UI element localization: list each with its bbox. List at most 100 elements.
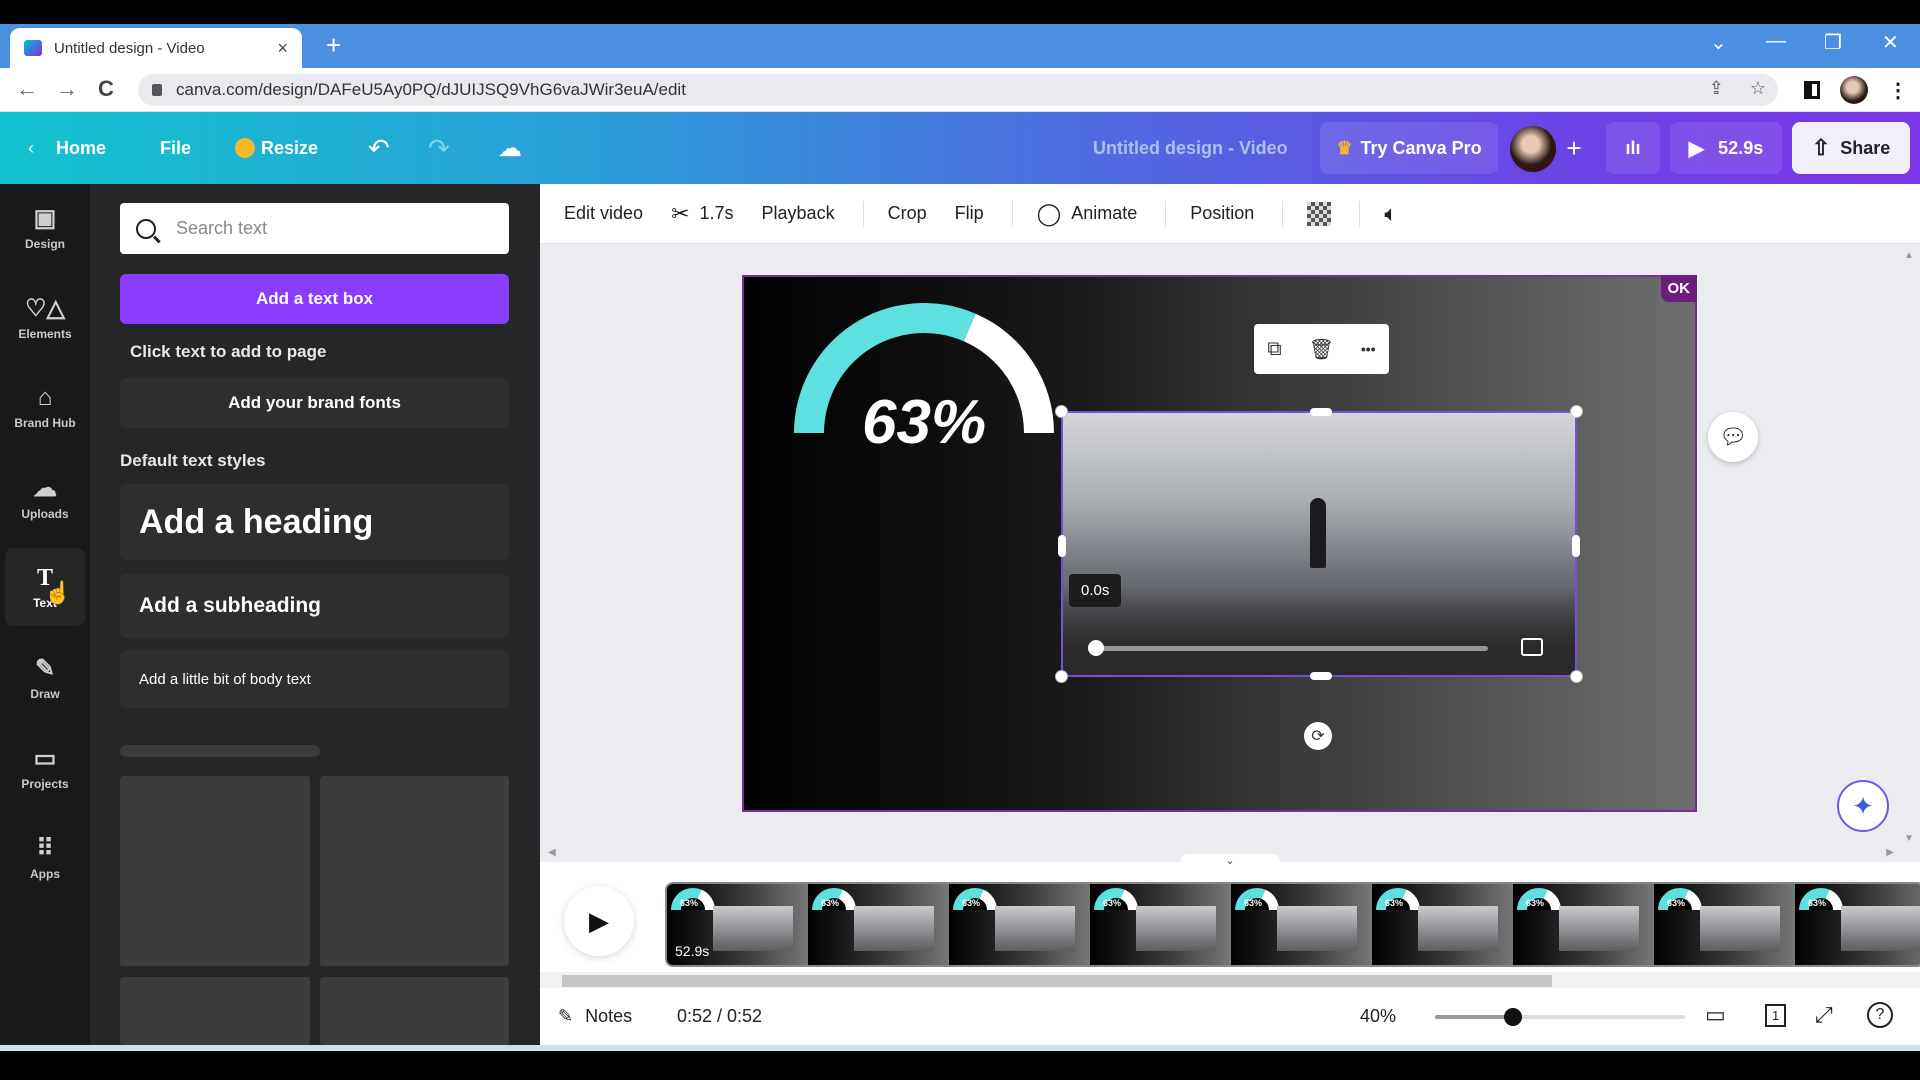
timeline-frame: 63% <box>1795 884 1920 965</box>
more-options-icon[interactable]: ••• <box>1361 341 1376 357</box>
present-button[interactable]: ▶ 52.9s <box>1670 122 1782 174</box>
notes-button[interactable]: ✎ Notes <box>558 1006 632 1027</box>
add-text-box-button[interactable]: Add a text box <box>120 274 509 324</box>
close-tab-icon[interactable]: × <box>277 38 288 59</box>
video-element[interactable]: 0.0s <box>1055 405 1583 683</box>
fullscreen-icon[interactable]: ⤢ <box>1815 1002 1833 1028</box>
undo-icon[interactable]: ↶ <box>368 112 390 184</box>
resize-handle-sw[interactable] <box>1055 670 1068 683</box>
browser-menu-icon[interactable]: ⋮ <box>1888 78 1908 103</box>
ok-badge[interactable]: OK <box>1660 275 1697 302</box>
play-duration: 52.9s <box>1718 137 1764 158</box>
frame-gauge-label: 63% <box>1526 898 1545 908</box>
add-brand-fonts-button[interactable]: Add your brand fonts <box>120 378 509 428</box>
restore-button[interactable]: ❐ <box>1824 30 1842 55</box>
vertical-scrollbar[interactable]: ▲ ▼ <box>1900 244 1920 844</box>
zoom-slider-knob[interactable] <box>1503 1008 1522 1026</box>
url-bar[interactable]: canva.com/design/DAFeU5Ay0PQ/dJUIJSQ9VhG… <box>138 74 1778 106</box>
try-canva-pro-button[interactable]: ♛ Try Canva Pro <box>1320 122 1498 174</box>
sidebar-toggle-icon[interactable] <box>1804 81 1820 99</box>
volume-icon[interactable]: 🔈︎ <box>1384 201 1397 227</box>
collapse-timeline-toggle[interactable]: ⌄ <box>1180 854 1280 870</box>
add-body-text-button[interactable]: Add a little bit of body text <box>120 650 509 708</box>
search-text-input[interactable]: Search text <box>120 203 509 254</box>
left-nav-rail: ▣ Design ♡△ Elements ⌂ Brand Hub ☁ Uploads T… <box>0 184 90 1045</box>
rail-elements[interactable]: ♡△ Elements <box>5 278 85 356</box>
profile-avatar[interactable] <box>1840 76 1868 104</box>
resize-handle-se[interactable] <box>1570 670 1583 683</box>
rail-uploads[interactable]: ☁ Uploads <box>5 458 85 536</box>
resize-handle-n[interactable] <box>1310 408 1332 416</box>
gauge-percent-text[interactable]: 63% <box>862 387 986 458</box>
share-page-icon[interactable]: ⇪ <box>1709 78 1724 99</box>
position-button[interactable]: Position <box>1190 203 1254 224</box>
add-member-button[interactable]: + <box>1556 122 1592 174</box>
new-tab-button[interactable]: + <box>326 30 341 61</box>
help-icon[interactable]: ? <box>1867 1002 1893 1028</box>
trim-button[interactable]: ✂ 1.7s <box>671 201 733 227</box>
resize-handle-e[interactable] <box>1572 535 1580 557</box>
zoom-slider[interactable] <box>1435 1008 1685 1026</box>
scrubber-knob[interactable] <box>1088 640 1104 656</box>
resize-handle-nw[interactable] <box>1055 405 1068 418</box>
timeline-play-button[interactable]: ▶ <box>564 886 634 956</box>
user-avatar[interactable] <box>1510 126 1556 172</box>
reload-icon[interactable]: C <box>98 76 114 102</box>
edit-video-button[interactable]: Edit video <box>564 203 643 224</box>
minimize-button[interactable]: — <box>1766 30 1786 53</box>
home-button[interactable]: ‹ Home <box>28 112 106 184</box>
rail-draw[interactable]: ✎ Draw <box>5 638 85 716</box>
frame-gauge-label: 63% <box>680 898 699 908</box>
home-label: Home <box>56 137 107 158</box>
captions-icon[interactable] <box>1521 638 1543 656</box>
transparency-icon[interactable] <box>1307 201 1332 226</box>
grid-view-icon[interactable]: ▭ <box>1705 1002 1726 1028</box>
rail-brand-hub[interactable]: ⌂ Brand Hub <box>5 368 85 446</box>
trash-icon[interactable]: 🗑︎ <box>1309 337 1334 362</box>
magic-assistant-button[interactable]: ✦ <box>1837 780 1889 832</box>
browser-tab[interactable]: Untitled design - Video × <box>10 28 302 68</box>
click-text-hint: Click text to add to page <box>130 342 327 361</box>
forward-icon[interactable]: → <box>56 76 78 102</box>
cloud-saved-icon[interactable]: ☁ <box>498 112 522 184</box>
address-bar-row: ← → C canva.com/design/DAFeU5Ay0PQ/dJUIJ… <box>0 68 1920 112</box>
resize-handle-w[interactable] <box>1058 535 1066 557</box>
zoom-percent[interactable]: 40% <box>1360 1006 1396 1027</box>
video-scrubber[interactable] <box>1088 640 1488 656</box>
flip-button[interactable]: Flip <box>955 203 984 224</box>
rail-label: Apps <box>30 866 60 881</box>
design-page[interactable]: OK 63% ⧉ 🗑︎ ••• 0.0s ⟳ <box>742 275 1697 812</box>
insights-icon[interactable]: ılı <box>1606 122 1660 174</box>
scrollbar-thumb[interactable] <box>562 975 1552 987</box>
frame-gauge-label: 63% <box>821 898 840 908</box>
share-button[interactable]: ⇧ Share <box>1792 122 1910 174</box>
apps-grid-icon: ⠿ <box>36 834 54 862</box>
playback-button[interactable]: Playback <box>762 203 835 224</box>
rail-design[interactable]: ▣ Design <box>5 188 85 266</box>
bookmark-star-icon[interactable]: ☆ <box>1750 78 1766 99</box>
frame-video-thumb <box>1418 906 1498 951</box>
rotate-handle-icon[interactable]: ⟳ <box>1304 722 1332 750</box>
add-heading-button[interactable]: Add a heading <box>120 484 509 560</box>
back-icon[interactable]: ← <box>16 76 38 102</box>
redo-icon[interactable]: ↷ <box>428 112 450 184</box>
tab-search-icon[interactable]: ⌄ <box>1710 30 1727 55</box>
duplicate-icon[interactable]: ⧉ <box>1267 338 1281 361</box>
add-subheading-button[interactable]: Add a subheading <box>120 574 509 638</box>
timeline-clip[interactable]: 63% 52.9s 63% 63% 63% 63% 63% 63% 63% 63% <box>665 882 1920 967</box>
add-comment-button[interactable]: 💬︎ <box>1708 412 1758 462</box>
crop-button[interactable]: Crop <box>888 203 927 224</box>
rail-projects[interactable]: ▭ Projects <box>5 728 85 806</box>
resize-handle-ne[interactable] <box>1570 405 1583 418</box>
rail-apps[interactable]: ⠿ Apps <box>5 818 85 896</box>
timeline-frame: 63% <box>1513 884 1654 965</box>
resize-button[interactable]: Resize <box>235 112 318 184</box>
resize-handle-s[interactable] <box>1310 672 1332 680</box>
file-menu[interactable]: File <box>160 112 191 184</box>
page-count-icon[interactable]: 1 <box>1765 1004 1787 1027</box>
timeline-frame: 63% <box>1231 884 1372 965</box>
document-title[interactable]: Untitled design - Video <box>1093 112 1288 184</box>
animate-button[interactable]: ◯ Animate <box>1037 201 1138 227</box>
close-window-button[interactable]: ✕ <box>1882 30 1899 55</box>
timeline-scrollbar[interactable] <box>540 972 1920 988</box>
